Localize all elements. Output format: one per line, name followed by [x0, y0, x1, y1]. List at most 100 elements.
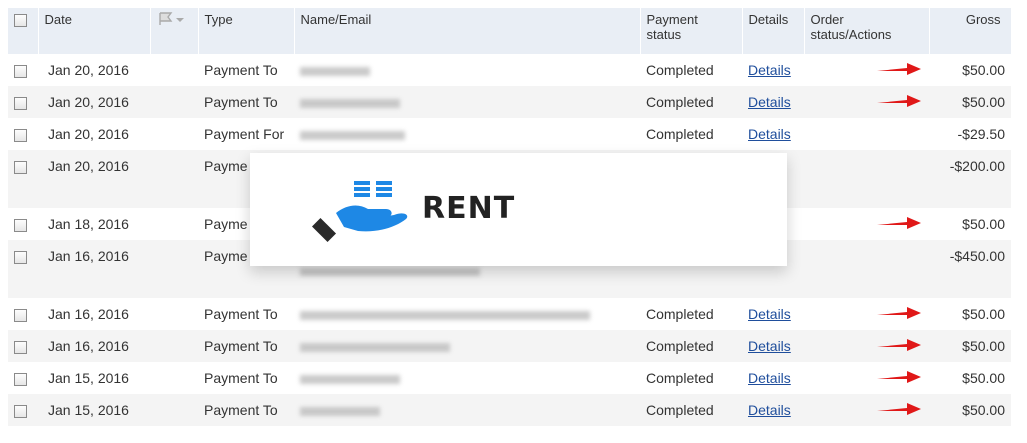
- details-link[interactable]: Details: [748, 402, 791, 418]
- gross-cell: $50.00: [929, 54, 1011, 86]
- type-cell: Payment To: [198, 362, 294, 394]
- date-cell: Jan 20, 2016: [38, 54, 150, 86]
- row-checkbox[interactable]: [14, 128, 27, 142]
- row-select-cell[interactable]: [8, 240, 38, 298]
- order-status-cell: [804, 208, 929, 240]
- flag-cell: [150, 118, 198, 150]
- gross-cell: -$200.00: [929, 150, 1011, 208]
- row-select-cell[interactable]: [8, 394, 38, 426]
- row-checkbox[interactable]: [14, 340, 27, 354]
- payment-status-header[interactable]: Payment status: [640, 8, 743, 54]
- row-select-cell[interactable]: [8, 362, 38, 394]
- order-status-cell: [804, 362, 929, 394]
- red-arrow-icon: [875, 337, 923, 356]
- details-link[interactable]: Details: [748, 370, 791, 386]
- red-arrow-icon: [875, 401, 923, 420]
- date-cell: Jan 16, 2016: [38, 298, 150, 330]
- hand-with-coins-icon: [311, 179, 412, 248]
- row-select-cell[interactable]: [8, 86, 38, 118]
- table-row[interactable]: Jan 20, 2016 Payment To Completed Details $5…: [8, 54, 1011, 86]
- details-link[interactable]: Details: [748, 306, 791, 322]
- details-link[interactable]: Details: [748, 338, 791, 354]
- row-checkbox[interactable]: [14, 404, 27, 418]
- row-select-cell[interactable]: [8, 118, 38, 150]
- date-header[interactable]: Date: [38, 8, 151, 54]
- redacted-name: [300, 66, 370, 76]
- red-arrow-icon: [875, 215, 923, 234]
- name-email-cell: [294, 330, 640, 362]
- flag-cell: [150, 240, 198, 298]
- order-status-cell: [804, 240, 929, 298]
- row-checkbox[interactable]: [14, 372, 27, 386]
- row-checkbox[interactable]: [14, 96, 27, 110]
- type-header[interactable]: Type: [198, 8, 295, 54]
- flag-cell: [150, 150, 198, 208]
- row-checkbox[interactable]: [14, 218, 27, 232]
- red-arrow-icon: [875, 305, 923, 324]
- date-cell: Jan 15, 2016: [38, 394, 150, 426]
- flag-icon[interactable]: [157, 12, 187, 29]
- name-email-cell: [294, 394, 640, 426]
- gross-cell: $50.00: [929, 86, 1011, 118]
- row-select-cell[interactable]: [8, 330, 38, 362]
- details-cell[interactable]: Details: [742, 86, 804, 118]
- gross-cell: $50.00: [929, 208, 1011, 240]
- gross-cell: $50.00: [929, 362, 1011, 394]
- type-cell: Payment To: [198, 54, 294, 86]
- details-cell[interactable]: Details: [742, 118, 804, 150]
- table-row[interactable]: Jan 16, 2016 Payment To Completed Details $5…: [8, 330, 1011, 362]
- date-cell: Jan 16, 2016: [38, 240, 150, 298]
- details-cell[interactable]: Details: [742, 330, 804, 362]
- details-link[interactable]: Details: [748, 62, 791, 78]
- flag-cell: [150, 362, 198, 394]
- date-cell: Jan 16, 2016: [38, 330, 150, 362]
- date-cell: Jan 18, 2016: [38, 208, 150, 240]
- details-cell[interactable]: Details: [742, 298, 804, 330]
- type-cell: Payment To: [198, 298, 294, 330]
- table-row[interactable]: Jan 20, 2016 Payment To Completed Details $5…: [8, 86, 1011, 118]
- select-all-checkbox[interactable]: [14, 14, 27, 28]
- table-row[interactable]: Jan 15, 2016 Payment To Completed Details $5…: [8, 394, 1011, 426]
- name-email-header[interactable]: Name/Email: [294, 8, 641, 54]
- gross-cell: $50.00: [929, 298, 1011, 330]
- transactions-page: Date Type Name/Email Payment status Deta…: [0, 0, 1027, 443]
- row-checkbox[interactable]: [14, 160, 27, 174]
- payment-status-cell: Completed: [640, 362, 742, 394]
- flag-cell: [150, 330, 198, 362]
- table-header-row: Date Type Name/Email Payment status Deta…: [8, 8, 1012, 54]
- payment-status-cell: Completed: [640, 298, 742, 330]
- row-select-cell[interactable]: [8, 208, 38, 240]
- details-link[interactable]: Details: [748, 94, 791, 110]
- order-status-cell: [804, 118, 929, 150]
- date-cell: Jan 15, 2016: [38, 362, 150, 394]
- details-cell[interactable]: Details: [742, 394, 804, 426]
- row-select-cell[interactable]: [8, 150, 38, 208]
- details-cell[interactable]: Details: [742, 54, 804, 86]
- details-header: Details: [742, 8, 805, 54]
- name-email-cell: [294, 54, 640, 86]
- payment-status-cell: Completed: [640, 394, 742, 426]
- table-row[interactable]: Jan 15, 2016 Payment To Completed Details $5…: [8, 362, 1011, 394]
- details-link[interactable]: Details: [748, 126, 791, 142]
- red-arrow-icon: [875, 93, 923, 112]
- order-status-cell: [804, 394, 929, 426]
- row-checkbox[interactable]: [14, 250, 27, 264]
- table-row[interactable]: Jan 20, 2016 Payment For Completed Details -…: [8, 118, 1011, 150]
- gross-cell: $50.00: [929, 394, 1011, 426]
- flag-cell: [150, 54, 198, 86]
- redacted-name: [300, 406, 380, 416]
- row-select-cell[interactable]: [8, 298, 38, 330]
- flag-cell: [150, 394, 198, 426]
- table-row[interactable]: Jan 16, 2016 Payment To Completed Details $5…: [8, 298, 1011, 330]
- type-cell: Payment To: [198, 330, 294, 362]
- row-checkbox[interactable]: [14, 64, 27, 78]
- flag-header[interactable]: [150, 8, 199, 54]
- details-cell[interactable]: Details: [742, 362, 804, 394]
- redacted-name: [300, 342, 450, 352]
- payment-status-cell: Completed: [640, 330, 742, 362]
- flag-cell: [150, 298, 198, 330]
- row-select-cell[interactable]: [8, 54, 38, 86]
- select-all-header[interactable]: [8, 8, 39, 54]
- row-checkbox[interactable]: [14, 308, 27, 322]
- gross-header[interactable]: Gross: [929, 8, 1012, 54]
